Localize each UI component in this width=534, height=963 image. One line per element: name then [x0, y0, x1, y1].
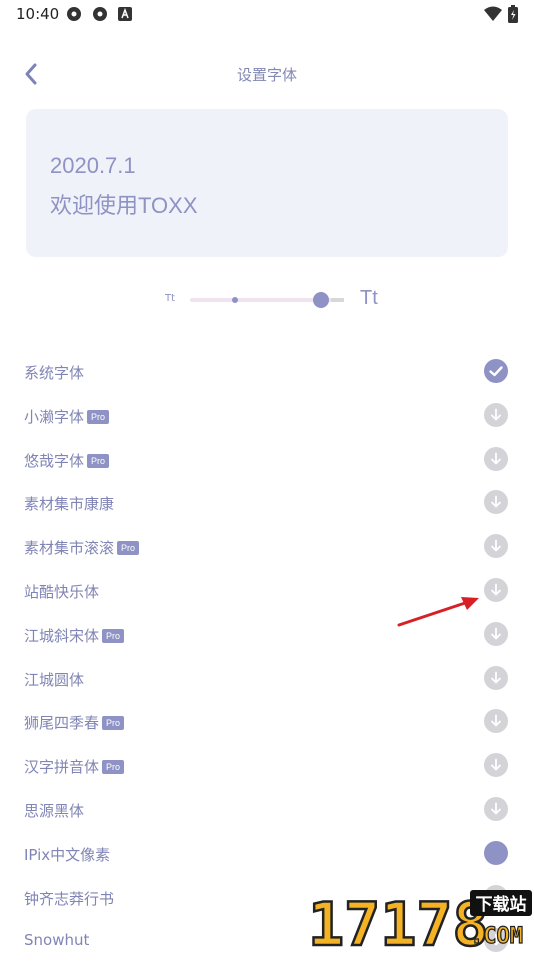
wifi-icon — [484, 6, 502, 21]
font-name: 江城圆体 — [24, 669, 84, 690]
download-icon[interactable] — [484, 490, 508, 515]
font-name: 素材集市康康 — [24, 493, 114, 514]
font-name-text: 小濑字体 — [24, 407, 85, 426]
font-name-text: 钟齐志莽行书 — [24, 889, 115, 908]
watermark-logo: 17178 下载站 .COM — [307, 889, 532, 961]
selected-check-icon[interactable] — [484, 359, 508, 383]
font-size-large-label: Tt — [360, 287, 378, 309]
font-size-small-label: Tt — [165, 293, 176, 304]
slider-track-remaining — [331, 298, 344, 302]
font-size-slider-row: Tt Tt — [0, 284, 534, 316]
status-bar: 10:40 — [0, 0, 534, 30]
preview-text: 欢迎使用TOXX — [50, 193, 198, 218]
font-name-text: 站酷快乐体 — [24, 582, 100, 601]
font-list-item[interactable]: IPix中文像素 — [0, 832, 534, 876]
font-name: 狮尾四季春 Pro — [24, 712, 125, 733]
header: 设置字体 — [0, 52, 534, 96]
app-notification-icon — [67, 7, 81, 21]
watermark-number: 17178 — [308, 890, 489, 950]
font-name: Snowhut — [24, 931, 89, 949]
download-icon[interactable] — [484, 709, 508, 734]
font-list-item[interactable]: 悠哉字体 Pro — [0, 438, 534, 482]
red-arrow-annotation — [397, 597, 479, 627]
download-icon[interactable] — [484, 665, 508, 690]
font-list-item[interactable]: 素材集市滚滚 Pro — [0, 525, 534, 569]
downloading-progress-icon[interactable] — [484, 840, 508, 865]
status-time: 10:40 — [16, 5, 60, 23]
pro-badge: Pro — [102, 628, 125, 643]
a-notification-icon — [118, 7, 132, 21]
download-icon[interactable] — [484, 446, 508, 471]
download-icon[interactable] — [484, 402, 508, 427]
font-size-slider-thumb[interactable] — [313, 292, 329, 308]
battery-icon — [508, 5, 518, 23]
font-name: 悠哉字体 Pro — [24, 450, 110, 471]
font-list-item[interactable]: 江城圆体 — [0, 657, 534, 701]
font-name: 站酷快乐体 — [24, 581, 99, 602]
font-list-item[interactable]: 思源黑体 — [0, 788, 534, 832]
download-icon[interactable] — [484, 534, 508, 559]
site-watermark: 17178 下载站 .COM — [306, 885, 534, 961]
font-name-text: Snowhut — [24, 931, 90, 950]
font-name-text: 狮尾四季春 — [24, 714, 100, 733]
font-name: 江城斜宋体 Pro — [24, 625, 125, 646]
font-list-item[interactable]: 素材集市康康 — [0, 481, 534, 525]
font-list-item[interactable]: 小濑字体 Pro — [0, 394, 534, 438]
font-name: 钟齐志莽行书 — [24, 888, 114, 909]
font-preview-card: 2020.7.1 欢迎使用TOXX — [26, 109, 508, 257]
font-name: 汉字拼音体 Pro — [24, 756, 125, 777]
font-name: 小濑字体 Pro — [24, 406, 110, 427]
font-name-text: 江城圆体 — [24, 670, 85, 689]
pro-badge: Pro — [87, 409, 110, 424]
preview-date: 2020.7.1 — [50, 153, 136, 178]
font-list-item[interactable]: 狮尾四季春 Pro — [0, 700, 534, 744]
app-notification-icon — [93, 7, 107, 21]
font-name-text: 素材集市康康 — [24, 495, 115, 514]
pro-badge: Pro — [102, 760, 125, 775]
watermark-tag: 下载站 — [476, 894, 527, 915]
slider-step-dot — [232, 297, 238, 303]
font-name-text: 江城斜宋体 — [24, 626, 100, 645]
download-icon[interactable] — [484, 621, 508, 646]
download-icon[interactable] — [484, 577, 508, 602]
font-name-text: 悠哉字体 — [24, 451, 85, 470]
page-title: 设置字体 — [236, 66, 297, 84]
font-name-text: IPix中文像素 — [24, 845, 111, 864]
watermark-domain: .COM — [470, 924, 523, 949]
font-name-text: 系统字体 — [24, 364, 85, 382]
font-name: IPix中文像素 — [24, 844, 110, 865]
font-name-text: 思源黑体 — [24, 801, 85, 820]
pro-badge: Pro — [87, 453, 110, 468]
font-name-text: 汉字拼音体 — [24, 758, 100, 777]
download-icon[interactable] — [484, 796, 508, 821]
font-name: 系统字体 — [24, 362, 84, 383]
font-list-item[interactable]: 系统字体 — [0, 350, 534, 394]
font-list: 系统字体 小濑字体 Pro 悠哉字体 Pro 素材集市康康 素材集市滚滚 Pro 站酷快乐体 江城… — [0, 350, 534, 963]
pro-badge: Pro — [117, 541, 140, 556]
font-list-item[interactable]: 汉字拼音体 Pro — [0, 744, 534, 788]
pro-badge: Pro — [102, 716, 125, 731]
font-name: 素材集市滚滚 Pro — [24, 537, 140, 558]
font-name-text: 素材集市滚滚 — [24, 539, 115, 558]
font-name: 思源黑体 — [24, 800, 84, 821]
download-icon[interactable] — [484, 753, 508, 778]
